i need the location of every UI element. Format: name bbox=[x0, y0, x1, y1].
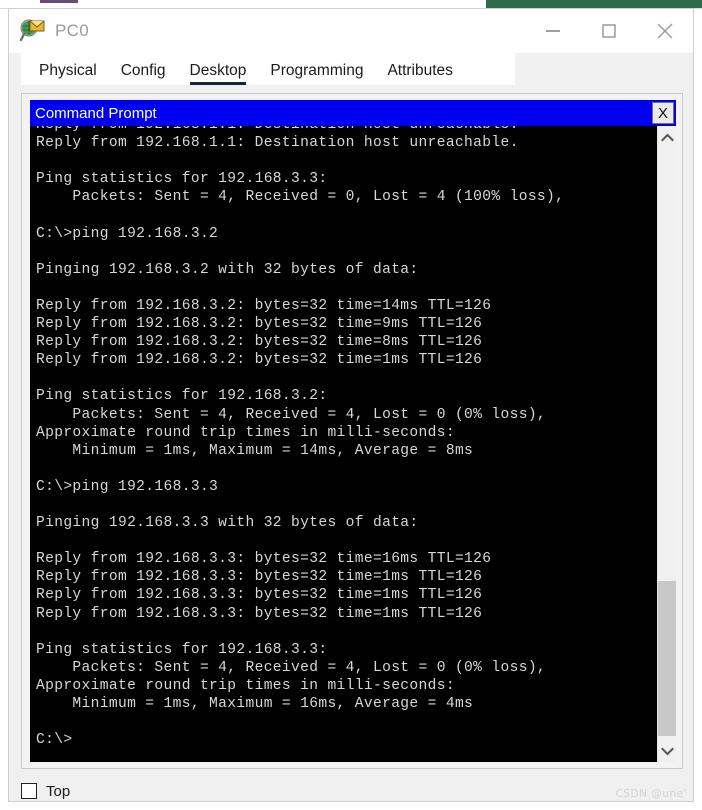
minimize-icon bbox=[546, 30, 560, 32]
command-prompt-title-bar: Command Prompt X bbox=[30, 100, 676, 126]
tab-config[interactable]: Config bbox=[121, 62, 166, 86]
terminal-output-area[interactable]: Reply from 192.168.1.1: Destination host… bbox=[30, 126, 657, 762]
window-controls bbox=[525, 9, 693, 53]
terminal-text: Reply from 192.168.1.1: Destination host… bbox=[36, 126, 565, 749]
maximize-button[interactable] bbox=[581, 9, 637, 53]
minimize-button[interactable] bbox=[525, 9, 581, 53]
bottom-bar: Top bbox=[21, 779, 683, 803]
window-title: PC0 bbox=[55, 21, 89, 40]
packet-tracer-pc-icon bbox=[19, 18, 45, 44]
maximize-icon bbox=[602, 24, 616, 38]
desktop-panel: Command Prompt X Reply from 192.168.1.1:… bbox=[21, 93, 683, 769]
chevron-down-icon bbox=[660, 747, 674, 755]
close-button[interactable] bbox=[637, 9, 693, 53]
chevron-up-icon bbox=[660, 133, 674, 141]
scroll-down-button[interactable] bbox=[658, 740, 676, 762]
watermark: CSDN @une' bbox=[615, 788, 687, 800]
tab-programming[interactable]: Programming bbox=[270, 62, 363, 86]
command-prompt-close-button[interactable]: X bbox=[652, 102, 674, 124]
top-checkbox[interactable] bbox=[21, 783, 37, 799]
terminal-vertical-scrollbar[interactable] bbox=[657, 126, 676, 762]
window-title-bar: PC0 bbox=[9, 9, 693, 53]
scroll-up-button[interactable] bbox=[658, 126, 676, 148]
close-icon bbox=[657, 23, 673, 39]
command-prompt-body: Reply from 192.168.1.1: Destination host… bbox=[30, 126, 676, 762]
tab-physical[interactable]: Physical bbox=[39, 62, 97, 86]
device-tabs: Physical Config Desktop Programming Attr… bbox=[21, 53, 515, 85]
pc0-window: PC0 Physical Config Desktop Programming … bbox=[8, 8, 694, 802]
top-checkbox-label: Top bbox=[46, 782, 71, 800]
command-prompt-window: Command Prompt X Reply from 192.168.1.1:… bbox=[30, 100, 676, 762]
tab-attributes[interactable]: Attributes bbox=[387, 62, 452, 86]
command-prompt-title: Command Prompt bbox=[35, 104, 157, 122]
tab-area: Physical Config Desktop Programming Attr… bbox=[9, 53, 693, 85]
background-tab-accent bbox=[40, 0, 78, 3]
background-green-panel bbox=[486, 0, 702, 8]
scrollbar-thumb[interactable] bbox=[658, 581, 676, 736]
tab-desktop[interactable]: Desktop bbox=[189, 62, 247, 85]
